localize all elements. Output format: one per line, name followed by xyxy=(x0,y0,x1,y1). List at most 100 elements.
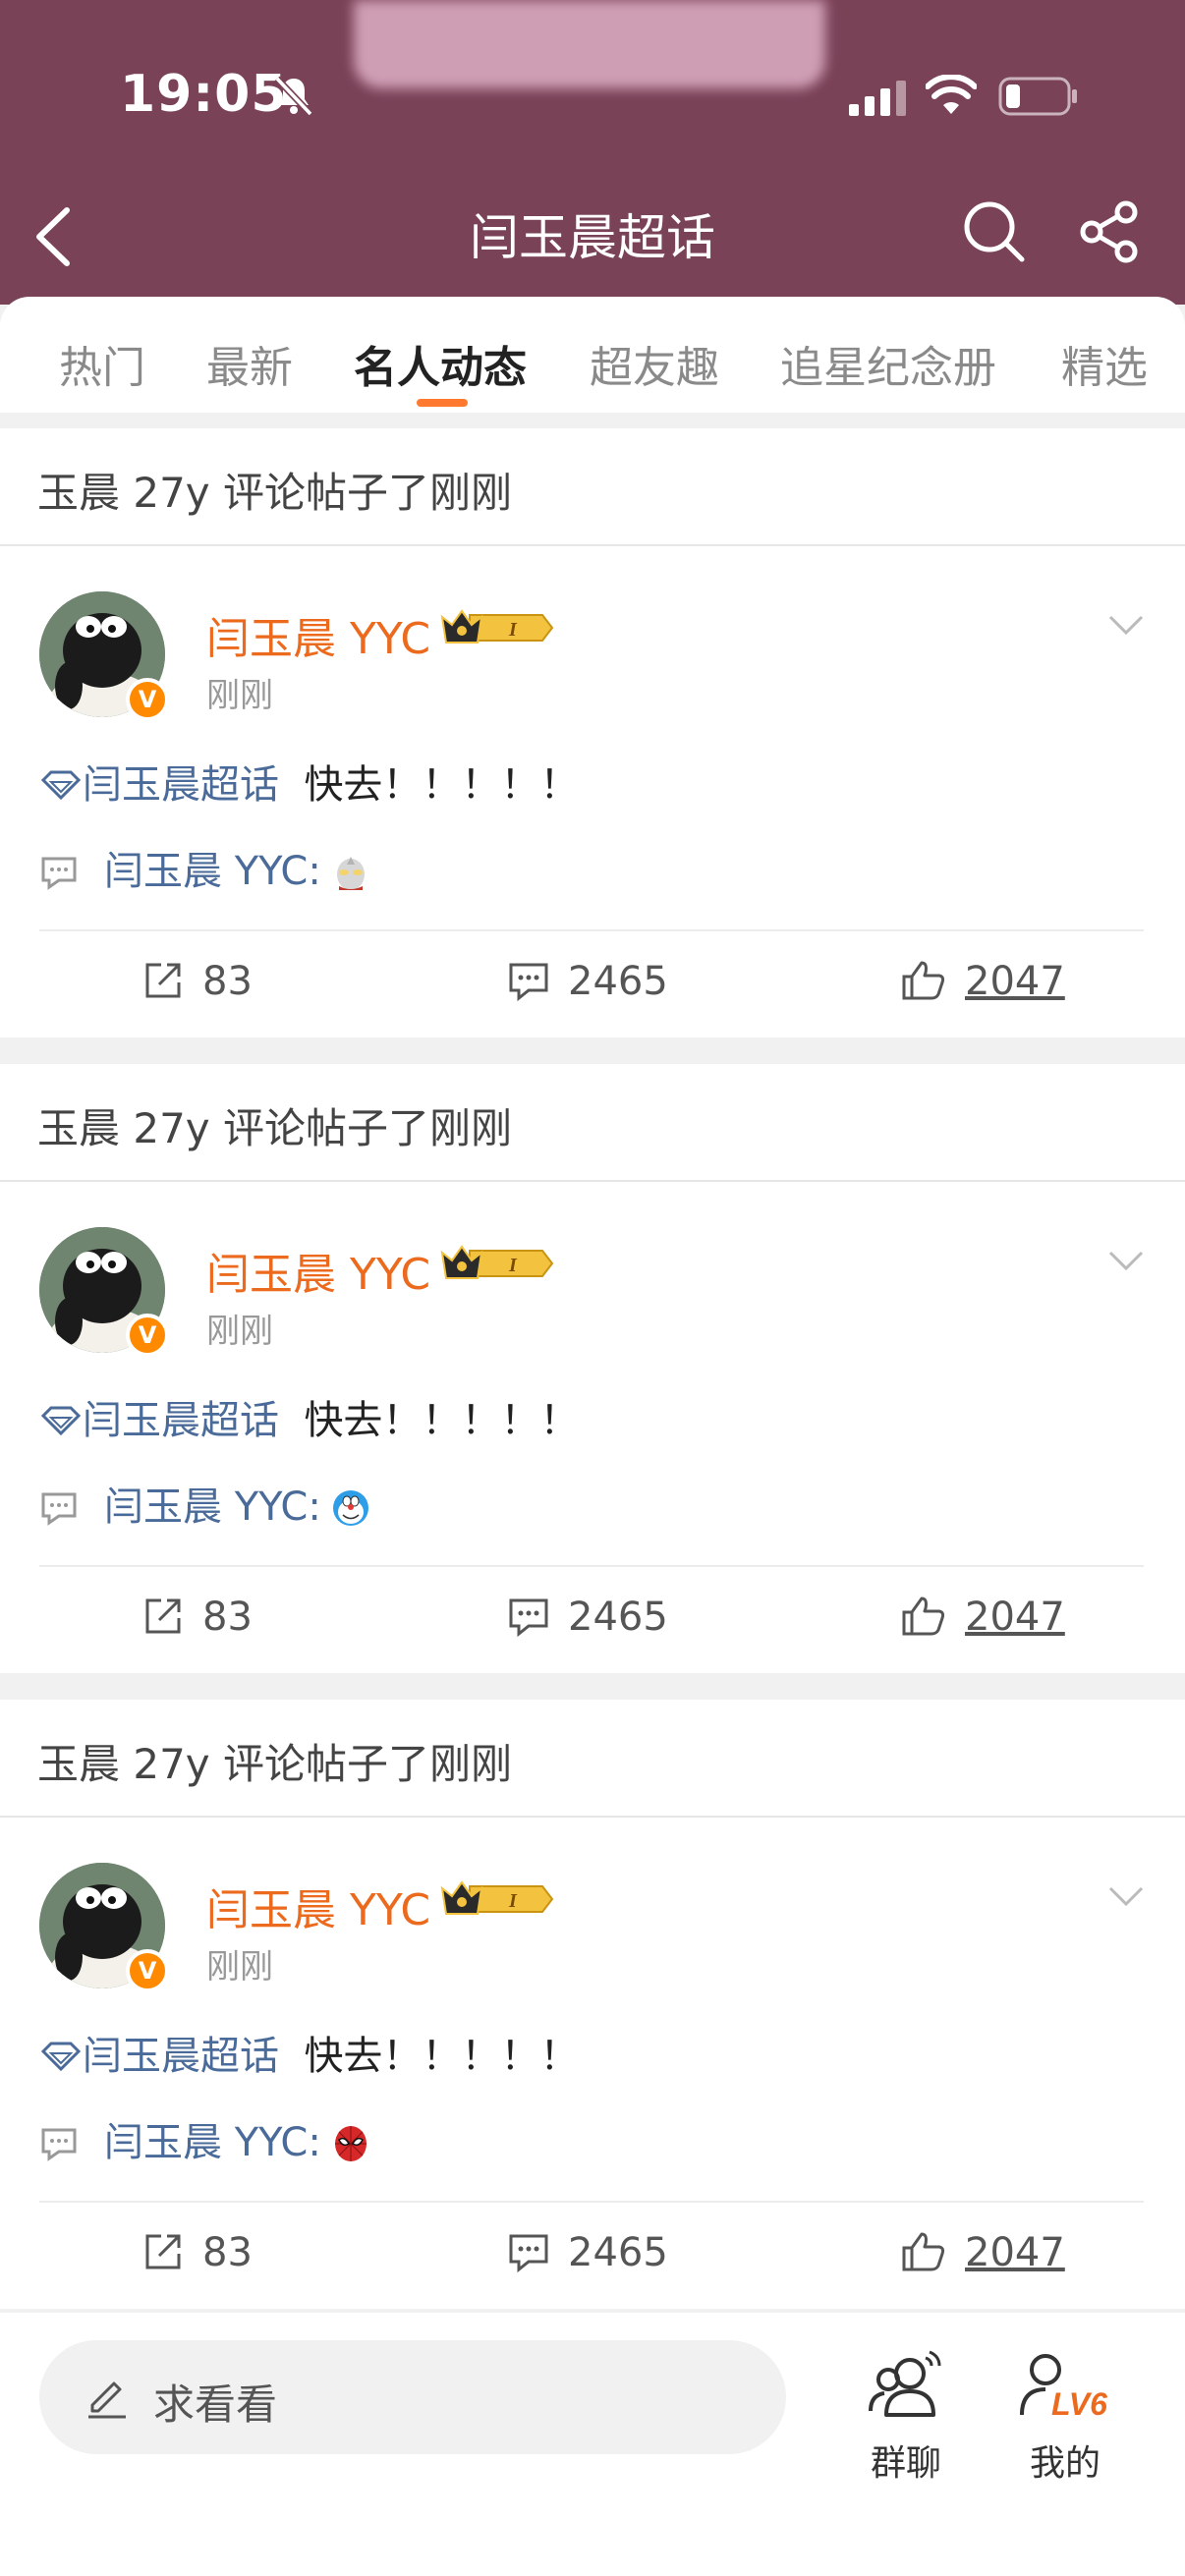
comment-count: 2465 xyxy=(568,1595,668,1640)
chevron-down-icon[interactable] xyxy=(1106,1882,1146,1910)
repost-button[interactable]: 83 xyxy=(141,1595,253,1640)
blurred-notification xyxy=(354,0,825,88)
celebrity-comment[interactable]: 闫玉晨 YYC: xyxy=(39,1475,370,1532)
comment-button[interactable]: 2465 xyxy=(507,959,668,1004)
comment-author: 闫玉晨 YYC: xyxy=(104,1484,321,1530)
status-bar: 19:05 xyxy=(0,0,1185,187)
author-name[interactable]: 闫玉晨 YYC xyxy=(206,603,430,666)
comment-author: 闫玉晨 YYC: xyxy=(104,2120,321,2165)
group-chat-button[interactable]: 群聊 xyxy=(847,2336,965,2484)
ask-input[interactable]: 求看看 xyxy=(39,2340,786,2454)
spiderman-emoji-icon xyxy=(334,2126,367,2161)
share-icon[interactable] xyxy=(1079,200,1140,263)
pencil-icon xyxy=(88,2381,126,2419)
like-count: 2047 xyxy=(965,959,1065,1004)
comment-author: 闫玉晨 YYC: xyxy=(104,849,321,894)
thumbs-up-icon xyxy=(902,961,945,1000)
comment-count: 2465 xyxy=(568,959,668,1004)
celebrity-comment[interactable]: 闫玉晨 YYC: xyxy=(39,839,370,896)
svg-text:I: I xyxy=(508,619,518,641)
comment-button[interactable]: 2465 xyxy=(507,1595,668,1640)
comment-bubble-icon xyxy=(41,857,77,890)
post-card: 玉晨 27y 评论帖子了刚刚 V 闫玉晨 YYC I 刚刚 闫玉晨超话 快去！！… xyxy=(0,1064,1185,1673)
post-text: 快去！！！！！ xyxy=(304,1398,580,1443)
chevron-down-icon[interactable] xyxy=(1106,611,1146,639)
status-time: 19:05 xyxy=(120,65,288,124)
wifi-icon xyxy=(926,75,977,114)
post-time: 刚刚 xyxy=(206,1947,273,1987)
comment-button[interactable]: 2465 xyxy=(507,2230,668,2275)
tab-star-album[interactable]: 追星纪念册 xyxy=(780,332,996,395)
divider xyxy=(39,929,1144,931)
search-icon[interactable] xyxy=(961,198,1026,263)
verified-badge-icon: V xyxy=(126,678,169,721)
like-button[interactable]: 2047 xyxy=(900,2230,1065,2275)
repost-icon xyxy=(145,963,181,998)
svg-text:I: I xyxy=(508,1890,518,1912)
author-name[interactable]: 闫玉晨 YYC xyxy=(206,1875,430,1937)
signal-icon xyxy=(849,81,906,116)
post-card: 玉晨 27y 评论帖子了刚刚 V 闫玉晨 YYC I 刚刚 闫玉晨超话 快去！！… xyxy=(0,1700,1185,2309)
thumbs-up-icon xyxy=(902,2232,945,2271)
battery-icon xyxy=(998,77,1077,116)
author-name[interactable]: 闫玉晨 YYC xyxy=(206,1239,430,1302)
comment-bubble-icon xyxy=(41,1492,77,1526)
tab-bar: 热门 最新 名人动态 超友趣 追星纪念册 精选 xyxy=(0,297,1185,420)
divider xyxy=(0,544,1185,546)
repost-button[interactable]: 83 xyxy=(141,959,253,1004)
topic-link[interactable]: 闫玉晨超话 xyxy=(83,762,279,808)
diamond-topic-icon xyxy=(40,2042,82,2072)
topic-link[interactable]: 闫玉晨超话 xyxy=(83,2034,279,2079)
repost-button[interactable]: 83 xyxy=(141,2230,253,2275)
like-button[interactable]: 2047 xyxy=(900,1595,1065,1640)
repost-count: 83 xyxy=(202,959,253,1004)
divider xyxy=(39,2201,1144,2203)
post-card: 玉晨 27y 评论帖子了刚刚 V 闫玉晨 YYC I 刚刚 闫玉晨超话 快去！！… xyxy=(0,428,1185,1037)
doraemon-emoji-icon xyxy=(332,1490,368,1526)
group-chat-label: 群聊 xyxy=(870,2443,941,2484)
bell-muted-icon xyxy=(274,76,313,117)
svg-text:I: I xyxy=(508,1255,518,1276)
post-time: 刚刚 xyxy=(206,1312,273,1351)
like-button[interactable]: 2047 xyxy=(900,959,1065,1004)
tab-latest[interactable]: 最新 xyxy=(206,332,293,395)
post-time: 刚刚 xyxy=(206,676,273,715)
divider xyxy=(0,1180,1185,1182)
repost-count: 83 xyxy=(202,2230,253,2275)
active-tab-indicator xyxy=(417,399,468,407)
chevron-down-icon[interactable] xyxy=(1106,1247,1146,1274)
profile-level-icon: LV6 xyxy=(1020,2354,1107,2422)
diamond-topic-icon xyxy=(40,1406,82,1436)
diamond-topic-icon xyxy=(40,770,82,801)
topic-link[interactable]: 闫玉晨超话 xyxy=(83,1398,279,1443)
post-content: 闫玉晨超话 快去！！！！！ xyxy=(39,753,579,810)
post-text: 快去！！！！！ xyxy=(304,762,580,808)
tab-featured[interactable]: 精选 xyxy=(1061,332,1148,395)
level-badge: LV6 xyxy=(1051,2386,1107,2422)
celebrity-comment[interactable]: 闫玉晨 YYC: xyxy=(39,2110,370,2167)
crown-level-badge-icon: I xyxy=(440,609,554,644)
comment-icon xyxy=(509,963,548,1002)
repost-icon xyxy=(145,2234,181,2269)
mine-label: 我的 xyxy=(1029,2443,1100,2484)
repost-icon xyxy=(145,1598,181,1634)
tab-fan-fun[interactable]: 超友趣 xyxy=(590,332,719,395)
divider xyxy=(0,1816,1185,1818)
tab-hot[interactable]: 热门 xyxy=(59,332,145,395)
post-content: 闫玉晨超话 快去！！！！！ xyxy=(39,2024,579,2081)
post-content: 闫玉晨超话 快去！！！！！ xyxy=(39,1388,579,1445)
group-chat-icon xyxy=(869,2350,941,2417)
tab-celebrity-updates[interactable]: 名人动态 xyxy=(354,332,527,395)
comment-bubble-icon xyxy=(41,2128,77,2161)
verified-badge-icon: V xyxy=(126,1949,169,1992)
mine-button[interactable]: LV6 我的 xyxy=(1006,2336,1124,2484)
bottom-bar: 求看看 群聊 LV6 我的 xyxy=(0,2313,1185,2576)
nav-row: 闫玉晨超话 xyxy=(0,187,1185,295)
top-bar: 19:05 闫玉晨超话 xyxy=(0,0,1185,305)
crown-level-badge-icon: I xyxy=(440,1245,554,1279)
thumbs-up-icon xyxy=(902,1596,945,1636)
ultraman-emoji-icon xyxy=(336,857,365,890)
post-heading: 玉晨 27y 评论帖子了刚刚 xyxy=(37,1104,513,1152)
post-text: 快去！！！！！ xyxy=(304,2034,580,2079)
crown-level-badge-icon: I xyxy=(440,1880,554,1915)
